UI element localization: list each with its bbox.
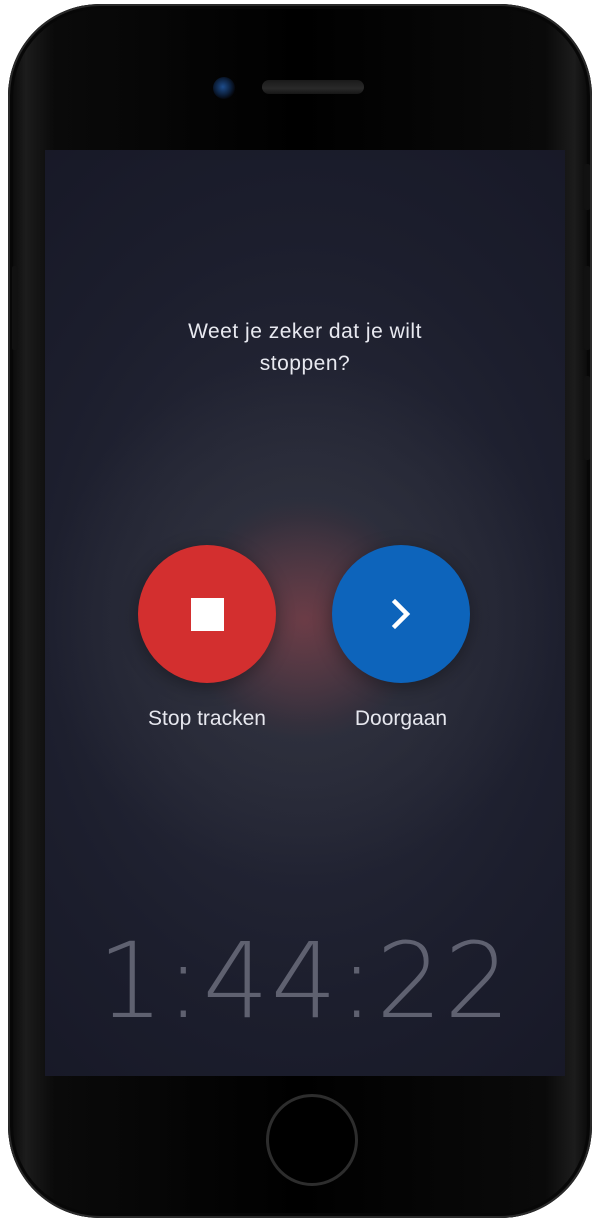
continue-label: Doorgaan [354, 707, 448, 730]
front-camera [213, 77, 235, 99]
stop-icon [191, 598, 224, 631]
earpiece-speaker [262, 80, 364, 94]
side-button-top [584, 164, 590, 210]
stop-tracking-label: Stop tracken [148, 707, 266, 730]
volume-up-button [584, 266, 590, 350]
mute-switch [12, 266, 18, 350]
screen: Weet je zeker dat je wilt stoppen? Stop … [45, 150, 565, 1076]
volume-down-button [584, 376, 590, 460]
question-line-2: stoppen? [259, 352, 351, 375]
continue-action[interactable]: Doorgaan [321, 545, 481, 731]
chevron-right-icon [391, 598, 411, 630]
stop-tracking-button[interactable] [138, 545, 276, 683]
stop-tracking-action[interactable]: Stop tracken [127, 545, 287, 731]
elapsed-timer: 1:44:22 [97, 920, 513, 1042]
question-line-1: Weet je zeker dat je wilt [188, 320, 422, 343]
home-button[interactable] [266, 1094, 358, 1186]
stop-confirmation-question: Weet je zeker dat je wilt stoppen? [45, 316, 565, 380]
continue-button[interactable] [332, 545, 470, 683]
